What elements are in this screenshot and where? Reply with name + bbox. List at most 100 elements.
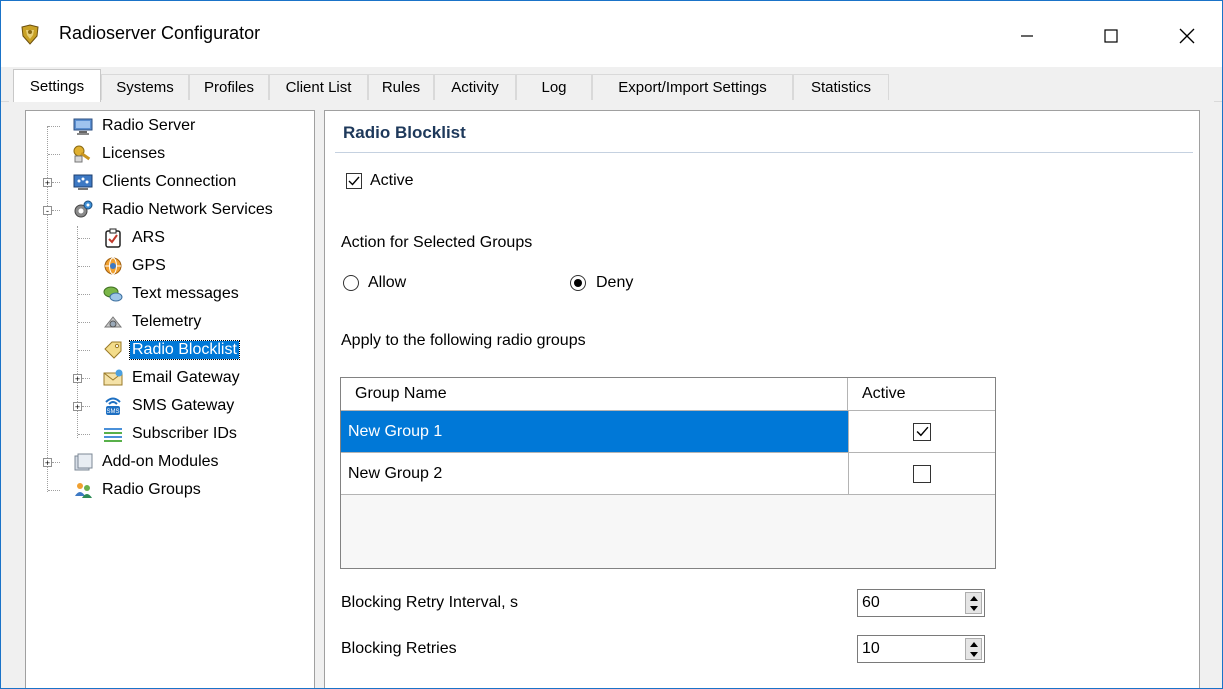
tree-item-label: SMS Gateway [132, 397, 235, 414]
tree-item-label: Radio Groups [102, 481, 201, 498]
tree-item-telemetry[interactable]: Telemetry [102, 310, 203, 334]
tree-item-sms-gateway[interactable]: SMS SMS Gateway [102, 394, 236, 418]
table-row[interactable]: New Group 1 [341, 411, 995, 453]
maximize-button[interactable] [1088, 13, 1134, 59]
tree-item-label: Clients Connection [102, 173, 237, 190]
tree-line [48, 154, 60, 155]
tree-item-label: Radio Blocklist [129, 340, 240, 360]
tree-item-licenses[interactable]: Licenses [72, 142, 167, 166]
decrement-button[interactable] [966, 649, 981, 659]
retry-interval-input[interactable] [862, 593, 958, 613]
tree-item-email-gateway[interactable]: Email Gateway [102, 366, 242, 390]
groups-heading: Apply to the following radio groups [341, 332, 586, 349]
radio-groups-grid[interactable]: Group Name Active New Group 1 New Group … [340, 377, 996, 569]
panel-title: Radio Blocklist [343, 123, 466, 142]
spin-buttons[interactable] [965, 592, 982, 614]
increment-button[interactable] [966, 593, 981, 603]
tab-statistics[interactable]: Statistics [793, 74, 889, 100]
table-row[interactable]: New Group 2 [341, 453, 995, 495]
tree-line [52, 210, 60, 211]
tree-item-label: Subscriber IDs [132, 425, 237, 442]
telemetry-icon [102, 312, 124, 332]
close-button[interactable] [1164, 13, 1210, 59]
allow-radio[interactable] [343, 275, 359, 291]
checkmark-icon [916, 426, 928, 437]
expand-sms-gateway-button[interactable]: + [73, 402, 82, 412]
expand-email-gateway-button[interactable]: + [73, 374, 82, 384]
tree-item-add-on-modules[interactable]: Add-on Modules [72, 450, 221, 474]
active-checkbox[interactable] [346, 173, 362, 189]
tab-rules[interactable]: Rules [368, 74, 434, 100]
clipboard-check-icon [102, 228, 124, 248]
tree-item-label: Add-on Modules [102, 453, 219, 470]
tree-item-label: Text messages [132, 285, 239, 302]
checkmark-icon [348, 176, 360, 186]
row-active-checkbox[interactable] [913, 464, 931, 483]
retry-interval-label: Blocking Retry Interval, s [341, 594, 518, 611]
settings-content: + - + + + Radio Server Licenses Clients … [9, 101, 1214, 688]
tab-export-import-settings[interactable]: Export/Import Settings [592, 74, 793, 100]
active-cell[interactable] [848, 453, 995, 494]
column-header-group-name[interactable]: Group Name [341, 378, 848, 411]
active-cell[interactable] [848, 411, 995, 452]
tree-line [78, 434, 90, 435]
tab-log[interactable]: Log [516, 74, 592, 100]
tree-item-radio-server[interactable]: Radio Server [72, 114, 197, 138]
tag-icon [102, 340, 124, 360]
envelope-icon [102, 368, 124, 388]
tree-item-subscriber-ids[interactable]: Subscriber IDs [102, 422, 239, 446]
tree-item-text-messages[interactable]: Text messages [102, 282, 241, 306]
decrement-button[interactable] [966, 603, 981, 613]
arrow-up-icon [969, 641, 978, 647]
close-icon [1179, 28, 1195, 44]
retries-input[interactable] [862, 639, 958, 659]
minimize-icon [1021, 35, 1033, 37]
tree-item-label: Radio Server [102, 117, 196, 134]
tree-item-label: Licenses [102, 145, 166, 162]
tree-line [78, 294, 90, 295]
tree-line [52, 182, 60, 183]
minimize-button[interactable] [1004, 13, 1050, 59]
tree-item-clients-connection[interactable]: Clients Connection [72, 170, 238, 194]
tree-item-radio-network-services[interactable]: Radio Network Services [72, 198, 275, 222]
group-name-cell[interactable]: New Group 2 [341, 453, 848, 494]
tab-profiles[interactable]: Profiles [189, 74, 269, 100]
row-active-checkbox[interactable] [913, 422, 931, 441]
spin-buttons[interactable] [965, 638, 982, 660]
increment-button[interactable] [966, 639, 981, 649]
network-monitor-icon [72, 172, 94, 192]
expand-add-on-modules-button[interactable]: + [43, 458, 52, 468]
tab-settings[interactable]: Settings [13, 69, 101, 102]
deny-radio[interactable] [570, 275, 586, 291]
chat-bubbles-icon [102, 284, 124, 304]
tab-activity[interactable]: Activity [434, 74, 516, 100]
title-bar[interactable]: Radioserver Configurator [1, 1, 1222, 67]
modules-icon [72, 452, 94, 472]
svg-text:SMS: SMS [106, 409, 119, 415]
window-title: Radioserver Configurator [59, 23, 261, 43]
settings-tree[interactable]: + - + + + Radio Server Licenses Clients … [25, 110, 315, 688]
tree-item-label: Radio Network Services [102, 201, 273, 218]
expand-clients-connection-button[interactable]: + [43, 178, 52, 188]
deny-label: Deny [596, 274, 634, 291]
column-header-active[interactable]: Active [848, 378, 995, 411]
server-icon [72, 116, 94, 136]
tree-line [78, 350, 90, 351]
group-name-cell[interactable]: New Group 1 [341, 411, 848, 452]
retry-interval-stepper[interactable] [857, 589, 985, 617]
maximize-icon [1104, 29, 1118, 43]
tree-item-ars[interactable]: ARS [102, 226, 167, 250]
divider [335, 152, 1193, 153]
tab-systems[interactable]: Systems [101, 74, 189, 100]
app-logo-icon [19, 23, 41, 45]
retries-stepper[interactable] [857, 635, 985, 663]
gear-services-icon [72, 200, 94, 220]
tree-item-radio-blocklist[interactable]: Radio Blocklist [102, 338, 240, 362]
collapse-radio-network-services-button[interactable]: - [43, 206, 52, 216]
tab-client-list[interactable]: Client List [269, 74, 368, 100]
tab-strip: Settings Systems Profiles Client List Ru… [1, 67, 1222, 102]
license-key-icon [72, 144, 94, 164]
tree-line [82, 406, 90, 407]
tree-item-gps[interactable]: GPS [102, 254, 168, 278]
tree-item-radio-groups[interactable]: Radio Groups [72, 478, 203, 502]
